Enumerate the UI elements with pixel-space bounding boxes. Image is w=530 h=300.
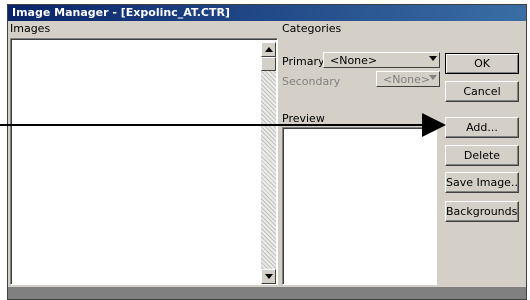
title-bar: Image Manager - [Expolinc_AT.CTR] (8, 5, 526, 21)
secondary-category-value: <None> (383, 73, 431, 86)
cancel-button[interactable]: Cancel (445, 81, 519, 102)
categories-label: Categories (282, 22, 342, 35)
secondary-label: Secondary (282, 75, 341, 88)
window-title: Image Manager - [Expolinc_AT.CTR] (12, 6, 230, 19)
annotation-arrow-line (0, 124, 426, 126)
scroll-up-button[interactable] (261, 42, 276, 57)
images-list[interactable] (10, 38, 278, 285)
secondary-dropdown-icon (429, 75, 437, 80)
images-scrollbar[interactable] (261, 42, 276, 284)
delete-button[interactable]: Delete (445, 145, 519, 166)
primary-dropdown-icon (429, 56, 437, 61)
save-image-button[interactable]: Save Image... (445, 172, 519, 193)
status-bar (8, 287, 526, 299)
secondary-category-select[interactable]: <None> (376, 71, 440, 87)
primary-category-value: <None> (330, 54, 378, 67)
scroll-up-icon (265, 47, 273, 52)
scroll-thumb[interactable] (261, 57, 276, 71)
add-button[interactable]: Add... (445, 117, 519, 138)
preview-pane (282, 127, 437, 285)
image-manager-window: Image Manager - [Expolinc_AT.CTR] Images… (7, 4, 527, 300)
images-label: Images (10, 22, 51, 35)
backgrounds-button[interactable]: Backgrounds... (445, 201, 519, 222)
annotation-arrow-icon (422, 113, 446, 137)
scroll-down-button[interactable] (261, 269, 276, 284)
scroll-down-icon (265, 274, 273, 279)
ok-button[interactable]: OK (445, 53, 519, 74)
primary-label: Primary (282, 55, 325, 68)
primary-category-select[interactable]: <None> (323, 52, 440, 68)
